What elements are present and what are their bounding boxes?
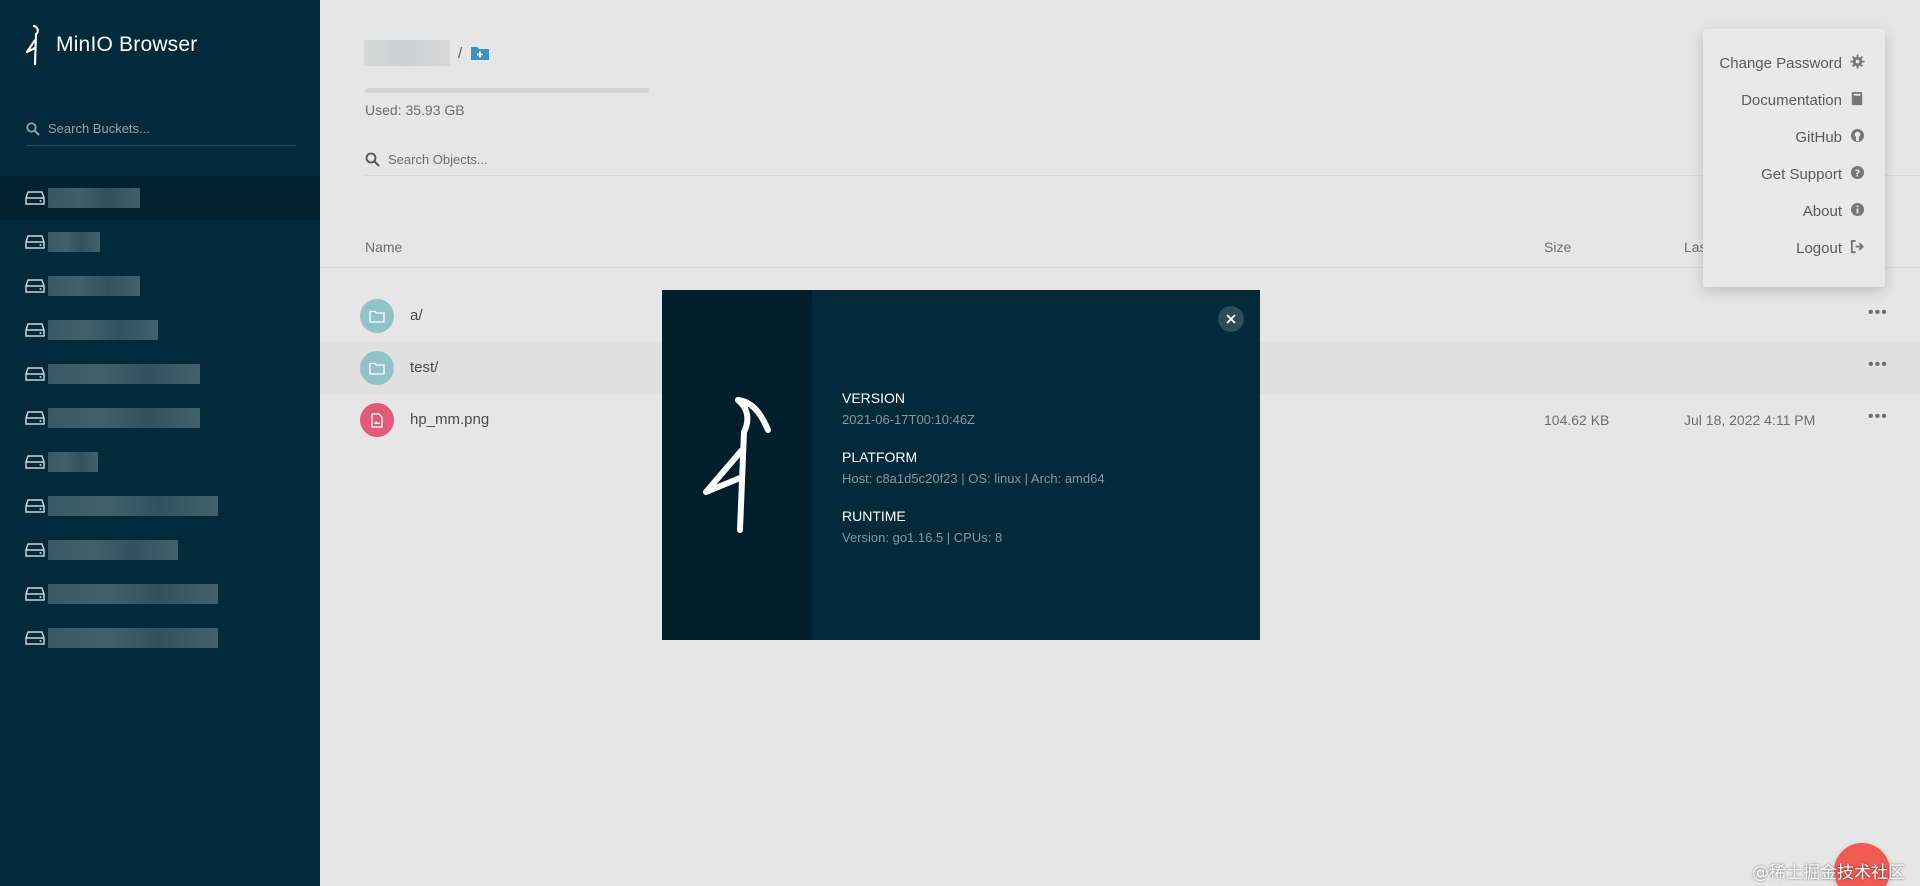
bucket-name-redacted <box>48 408 200 428</box>
bucket-item[interactable] <box>0 220 320 264</box>
image-file-icon <box>360 403 394 437</box>
bucket-item[interactable] <box>0 396 320 440</box>
bucket-item[interactable] <box>0 528 320 572</box>
hard-drive-icon <box>25 367 45 381</box>
column-name[interactable]: Name <box>365 239 402 255</box>
app-title: MinIO Browser <box>56 33 198 56</box>
object-search-input[interactable] <box>388 152 688 167</box>
version-label: VERSION <box>842 390 906 406</box>
hard-drive-icon <box>25 279 45 293</box>
storage-used-text: Used: 35.93 GB <box>365 102 465 118</box>
platform-value: Host: c8a1d5c20f23 | OS: linux | Arch: a… <box>842 471 1105 486</box>
menu-item-documentation[interactable]: Documentation <box>1703 82 1885 119</box>
search-icon <box>365 152 380 167</box>
menu-item-change-password[interactable]: Change Password <box>1703 45 1885 82</box>
bucket-list <box>0 176 320 660</box>
minio-logo-icon <box>25 24 39 66</box>
table-header: Name Size Las <box>320 228 1920 268</box>
bucket-search-input[interactable] <box>48 121 278 136</box>
sidebar: MinIO Browser <box>0 0 320 886</box>
settings-dropdown-menu: Change Password Documentation GitHub Get Su… <box>1703 29 1885 287</box>
bucket-item[interactable] <box>0 264 320 308</box>
object-name[interactable]: test/ <box>410 359 438 376</box>
menu-item-label: Change Password <box>1719 55 1842 72</box>
search-icon <box>26 121 40 136</box>
hard-drive-icon <box>25 235 45 249</box>
hard-drive-icon <box>25 631 45 645</box>
bucket-name-redacted <box>48 364 200 384</box>
menu-item-label: Get Support <box>1761 166 1842 183</box>
bucket-search <box>26 112 296 146</box>
bucket-name-redacted[interactable] <box>364 40 450 66</box>
bucket-name-redacted <box>48 540 178 560</box>
menu-item-label: Logout <box>1796 240 1842 257</box>
bucket-item[interactable] <box>0 572 320 616</box>
version-value: 2021-06-17T00:10:46Z <box>842 412 975 427</box>
about-info: VERSION 2021-06-17T00:10:46Z PLATFORM Ho… <box>842 390 1105 567</box>
runtime-value: Version: go1.16.5 | CPUs: 8 <box>842 530 1003 545</box>
info-icon <box>1850 202 1865 222</box>
object-size: 104.62 KB <box>1544 412 1610 428</box>
add-folder-icon[interactable] <box>470 45 490 61</box>
platform-label: PLATFORM <box>842 449 918 465</box>
object-last-modified: Jul 18, 2022 4:11 PM <box>1684 412 1816 428</box>
gear-icon <box>1850 53 1865 74</box>
bucket-item[interactable] <box>0 308 320 352</box>
hard-drive-icon <box>25 191 45 205</box>
menu-item-label: Documentation <box>1741 92 1842 109</box>
menu-item-about[interactable]: About <box>1703 193 1885 230</box>
bucket-item[interactable] <box>0 352 320 396</box>
object-name[interactable]: hp_mm.png <box>410 411 489 428</box>
bucket-name-redacted <box>48 584 218 604</box>
column-size[interactable]: Size <box>1544 239 1571 255</box>
storage-usage-bar <box>365 88 649 93</box>
bucket-name-redacted <box>48 452 98 472</box>
hard-drive-icon <box>25 323 45 337</box>
github-icon <box>1850 128 1865 148</box>
more-actions-button[interactable]: ••• <box>1868 356 1888 374</box>
book-icon <box>1850 91 1865 111</box>
bucket-item[interactable] <box>0 484 320 528</box>
watermark: @稀土掘金技术社区 <box>1752 863 1905 883</box>
breadcrumb: / <box>364 40 490 66</box>
bucket-name-redacted <box>48 188 140 208</box>
menu-item-logout[interactable]: Logout <box>1703 230 1885 267</box>
menu-item-label: GitHub <box>1795 129 1842 146</box>
object-name[interactable]: a/ <box>410 307 423 324</box>
runtime-label: RUNTIME <box>842 508 906 524</box>
bucket-item[interactable] <box>0 440 320 484</box>
svg-text:?: ? <box>1855 168 1860 179</box>
menu-item-github[interactable]: GitHub <box>1703 119 1885 156</box>
breadcrumb-separator: / <box>458 44 463 62</box>
brand: MinIO Browser <box>24 24 197 66</box>
bucket-item[interactable] <box>0 176 320 220</box>
hard-drive-icon <box>25 499 45 513</box>
bucket-name-redacted <box>48 276 140 296</box>
bucket-name-redacted <box>48 496 218 516</box>
more-actions-button[interactable]: ••• <box>1868 408 1888 426</box>
bucket-item[interactable] <box>0 616 320 660</box>
about-modal-logo-panel <box>662 290 812 640</box>
logout-icon <box>1850 239 1865 259</box>
bucket-name-redacted <box>48 232 100 252</box>
folder-icon <box>360 351 394 385</box>
object-search <box>365 144 1920 176</box>
folder-icon <box>360 299 394 333</box>
more-actions-button[interactable]: ••• <box>1868 304 1888 322</box>
question-icon: ? <box>1850 165 1865 185</box>
hard-drive-icon <box>25 543 45 557</box>
about-modal: VERSION 2021-06-17T00:10:46Z PLATFORM Ho… <box>662 290 1260 640</box>
hard-drive-icon <box>25 587 45 601</box>
minio-logo-icon <box>703 397 771 533</box>
bucket-name-redacted <box>48 628 218 648</box>
hard-drive-icon <box>25 411 45 425</box>
hard-drive-icon <box>25 455 45 469</box>
close-icon <box>1226 314 1236 324</box>
menu-item-label: About <box>1802 203 1842 220</box>
close-modal-button[interactable] <box>1218 306 1244 332</box>
menu-item-get-support[interactable]: Get Support? <box>1703 156 1885 193</box>
bucket-name-redacted <box>48 320 158 340</box>
